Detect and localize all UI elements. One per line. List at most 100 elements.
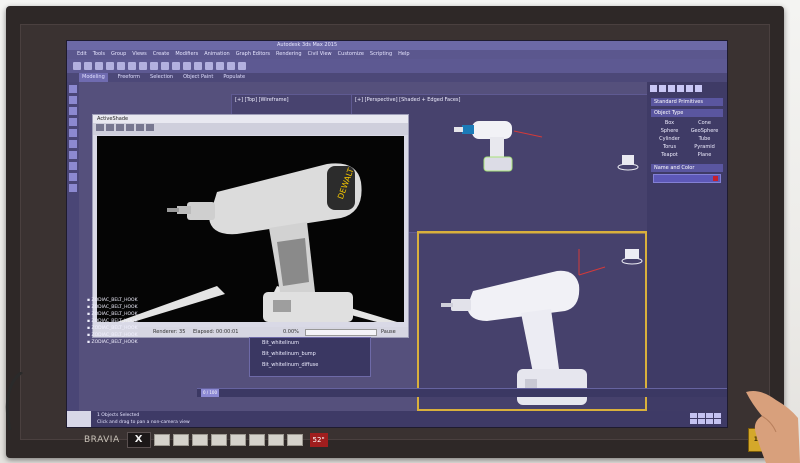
modify-tab-icon[interactable]: [659, 85, 666, 92]
ribbon-tab[interactable]: Populate: [223, 73, 245, 82]
menu-item[interactable]: Edit: [77, 50, 87, 59]
tool-icon[interactable]: [69, 129, 77, 137]
link-icon[interactable]: [95, 62, 103, 70]
redo-icon[interactable]: [84, 62, 92, 70]
sticker: [267, 434, 284, 446]
mirror-icon[interactable]: [172, 62, 180, 70]
maximize-icon[interactable]: [714, 419, 721, 424]
tool-icon[interactable]: [69, 140, 77, 148]
scene-list-item[interactable]: ▪ ZODIAC_BELT_HOOK: [87, 332, 217, 339]
menu-item[interactable]: Rendering: [276, 50, 302, 59]
motion-tab-icon[interactable]: [677, 85, 684, 92]
object-type-button[interactable]: Cylinder: [655, 136, 684, 142]
material-item[interactable]: Bit_whitelinum_diffuse: [250, 360, 370, 371]
menu-item[interactable]: Scripting: [370, 50, 392, 59]
maxscript-listener[interactable]: [67, 411, 91, 427]
menu-item[interactable]: Create: [153, 50, 170, 59]
menu-item[interactable]: Group: [111, 50, 126, 59]
object-type-button[interactable]: Sphere: [655, 128, 684, 134]
time-slider[interactable]: 0 / 100: [201, 389, 219, 397]
tool-icon[interactable]: [69, 118, 77, 126]
utilities-tab-icon[interactable]: [695, 85, 702, 92]
scene-list-item[interactable]: ▪ ZODIAC_BELT_HOOK: [87, 318, 217, 325]
menu-item[interactable]: Graph Editors: [236, 50, 270, 59]
display-tab-icon[interactable]: [686, 85, 693, 92]
snap-icon[interactable]: [161, 62, 169, 70]
object-type-button[interactable]: Plane: [690, 152, 719, 158]
scene-list-item[interactable]: ▪ ZODIAC_BELT_HOOK: [87, 339, 217, 346]
zoom-all-icon[interactable]: [698, 413, 705, 418]
tool-icon[interactable]: [69, 173, 77, 181]
pause-button[interactable]: Pause: [381, 327, 396, 337]
ribbon-tab[interactable]: Object Paint: [183, 73, 213, 82]
ribbon-tab[interactable]: Modeling: [79, 73, 108, 82]
tool-icon[interactable]: [69, 162, 77, 170]
object-type-button[interactable]: Torus: [655, 144, 684, 150]
name-field[interactable]: [653, 174, 721, 183]
teapot-icon[interactable]: [238, 62, 246, 70]
menu-item[interactable]: Civil View: [308, 50, 332, 59]
menu-bar: Edit Tools Group Views Create Modifiers Animat…: [67, 50, 727, 59]
select-icon[interactable]: [117, 62, 125, 70]
save-icon[interactable]: [96, 124, 104, 131]
drill-large-model: [419, 232, 645, 405]
scale-icon[interactable]: [150, 62, 158, 70]
tool-icon[interactable]: [69, 85, 77, 93]
render-setup-icon[interactable]: [216, 62, 224, 70]
print-icon[interactable]: [126, 124, 134, 131]
ribbon-tab[interactable]: Selection: [150, 73, 173, 82]
create-tab-icon[interactable]: [650, 85, 657, 92]
material-item[interactable]: Bit_whitelinum: [250, 338, 370, 349]
menu-item[interactable]: Tools: [93, 50, 105, 59]
timeline[interactable]: 0 / 100: [197, 388, 727, 397]
render-icon[interactable]: [227, 62, 235, 70]
undo-icon[interactable]: [73, 62, 81, 70]
hierarchy-tab-icon[interactable]: [668, 85, 675, 92]
clear-icon[interactable]: [136, 124, 144, 131]
menu-item[interactable]: Views: [132, 50, 146, 59]
material-editor-icon[interactable]: [205, 62, 213, 70]
primitive-dropdown[interactable]: Standard Primitives: [651, 98, 723, 106]
clone-icon[interactable]: [116, 124, 124, 131]
layers-icon[interactable]: [194, 62, 202, 70]
menu-item[interactable]: Customize: [338, 50, 364, 59]
object-type-header[interactable]: Object Type: [651, 109, 723, 117]
rotate-icon[interactable]: [139, 62, 147, 70]
menu-item[interactable]: Animation: [204, 50, 230, 59]
object-type-button[interactable]: Cone: [690, 120, 719, 126]
scene-list-item[interactable]: ▪ ZODIAC_BELT_HOOK: [87, 311, 217, 318]
fov-icon[interactable]: [690, 419, 697, 424]
menu-item[interactable]: Help: [398, 50, 409, 59]
name-color-header[interactable]: Name and Color: [651, 164, 723, 172]
tool-icon[interactable]: [69, 184, 77, 192]
scene-list-item[interactable]: ▪ ZODIAC_BELT_HOOK: [87, 325, 217, 332]
color-swatch[interactable]: [713, 176, 718, 181]
object-type-button[interactable]: Tube: [690, 136, 719, 142]
object-type-button[interactable]: Pyramid: [690, 144, 719, 150]
menu-item[interactable]: Modifiers: [175, 50, 198, 59]
orbit-icon[interactable]: [706, 419, 713, 424]
move-icon[interactable]: [128, 62, 136, 70]
zoom-extents-icon[interactable]: [706, 413, 713, 418]
object-type-button[interactable]: Box: [655, 120, 684, 126]
align-icon[interactable]: [183, 62, 191, 70]
object-type-button[interactable]: Teapot: [655, 152, 684, 158]
zoom-extents-all-icon[interactable]: [714, 413, 721, 418]
tool-icon[interactable]: [69, 151, 77, 159]
power-cable: [5, 372, 23, 431]
tool-icon[interactable]: [69, 107, 77, 115]
unlink-icon[interactable]: [106, 62, 114, 70]
ribbon-tab[interactable]: Freeform: [118, 73, 140, 82]
viewport-active[interactable]: [417, 231, 647, 411]
tool-icon[interactable]: [69, 96, 77, 104]
object-type-button[interactable]: GeoSphere: [690, 128, 719, 134]
scene-explorer: ▪ ZODIAC_BELT_HOOK ▪ ZODIAC_BELT_HOOK ▪ ZO…: [87, 297, 217, 357]
sticker: [210, 434, 227, 446]
pan-icon[interactable]: [698, 419, 705, 424]
copy-icon[interactable]: [106, 124, 114, 131]
scene-list-item[interactable]: ▪ ZODIAC_BELT_HOOK: [87, 304, 217, 311]
zoom-icon[interactable]: [690, 413, 697, 418]
channel-icon[interactable]: [146, 124, 154, 131]
material-item[interactable]: Bit_whitelinum_bump: [250, 349, 370, 360]
scene-list-item[interactable]: ▪ ZODIAC_BELT_HOOK: [87, 297, 217, 304]
